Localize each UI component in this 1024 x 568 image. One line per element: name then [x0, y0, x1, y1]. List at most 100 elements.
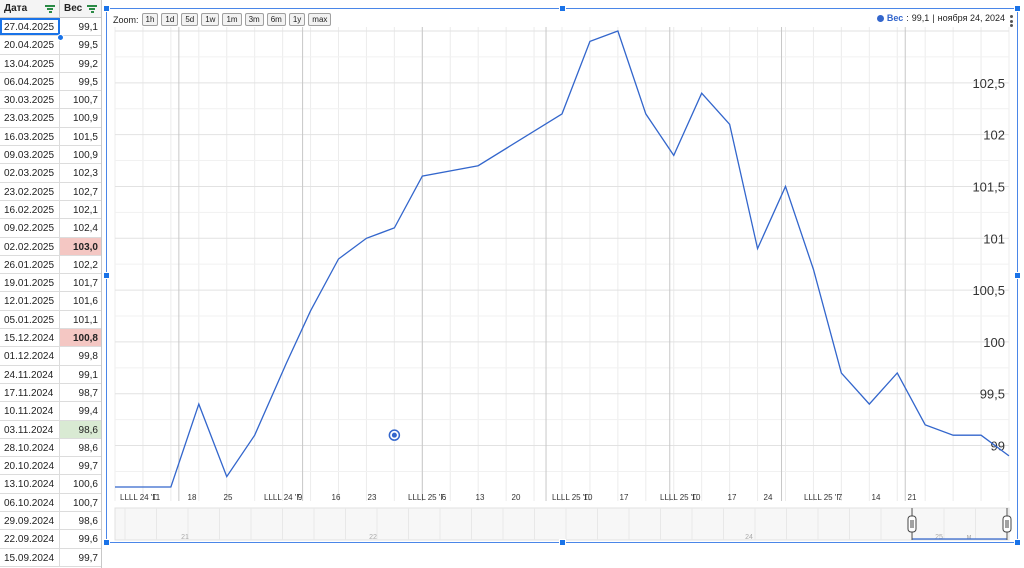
cell-weight[interactable]: 102,7: [60, 183, 101, 200]
cell-weight[interactable]: 98,7: [60, 384, 101, 401]
cell-date[interactable]: 27.04.2025: [0, 18, 60, 36]
cell-weight[interactable]: 99,7: [60, 457, 101, 474]
table-row[interactable]: 20.04.2025 99,5: [0, 36, 101, 55]
cell-weight[interactable]: 103,0: [60, 237, 101, 255]
cell-date[interactable]: 26.01.2025: [0, 255, 60, 274]
table-row[interactable]: 19.01.2025 101,7: [0, 274, 101, 293]
cell-date[interactable]: 02.03.2025: [0, 164, 60, 182]
table-row[interactable]: 01.12.2024 99,8: [0, 347, 101, 366]
cell-weight[interactable]: 101,5: [60, 128, 101, 145]
cell-date[interactable]: 06.10.2024: [0, 493, 60, 512]
header-weight[interactable]: Вес: [60, 0, 101, 18]
cell-date[interactable]: 05.01.2025: [0, 310, 60, 329]
table-row[interactable]: 24.11.2024 99,1: [0, 365, 101, 384]
cell-weight[interactable]: 101,6: [60, 292, 101, 309]
cell-weight[interactable]: 98,6: [60, 420, 101, 438]
table-row[interactable]: 02.03.2025 102,3: [0, 164, 101, 183]
cell-weight[interactable]: 100,6: [60, 475, 101, 492]
table-row[interactable]: 09.02.2025 102,4: [0, 219, 101, 238]
cell-weight[interactable]: 99,5: [60, 73, 101, 90]
table-row[interactable]: 03.11.2024 98,6: [0, 420, 101, 439]
cell-weight[interactable]: 102,4: [60, 219, 101, 236]
cell-weight[interactable]: 99,4: [60, 402, 101, 419]
table-row[interactable]: 02.02.2025 103,0: [0, 237, 101, 256]
cell-weight[interactable]: 99,7: [60, 549, 101, 566]
cell-weight[interactable]: 100,9: [60, 109, 101, 126]
cell-date[interactable]: 23.02.2025: [0, 182, 60, 200]
cell-weight[interactable]: 102,2: [60, 256, 101, 273]
header-date[interactable]: Дата: [0, 0, 60, 18]
resize-handle-bottom-left[interactable]: [103, 539, 110, 546]
cell-date[interactable]: 22.09.2024: [0, 530, 60, 548]
table-row[interactable]: 12.01.2025 101,6: [0, 292, 101, 311]
cell-date[interactable]: 23.03.2025: [0, 109, 60, 127]
cell-date[interactable]: 15.09.2024: [0, 548, 60, 566]
table-row[interactable]: 20.10.2024 99,7: [0, 457, 101, 476]
cell-weight[interactable]: 101,7: [60, 274, 101, 291]
cell-date[interactable]: 09.02.2025: [0, 219, 60, 237]
cell-date[interactable]: 28.10.2024: [0, 438, 60, 457]
table-row[interactable]: 28.10.2024 98,6: [0, 438, 101, 458]
cell-date[interactable]: 16.03.2025: [0, 127, 60, 146]
table-row[interactable]: 05.01.2025 101,1: [0, 310, 101, 330]
zoom-button-1w[interactable]: 1w: [201, 13, 220, 26]
cell-weight[interactable]: 98,6: [60, 439, 101, 456]
filter-icon[interactable]: [87, 5, 97, 13]
more-options-icon[interactable]: [1010, 15, 1013, 27]
table-row[interactable]: 22.09.2024 99,6: [0, 530, 101, 549]
table-row[interactable]: 06.04.2025 99,5: [0, 72, 101, 92]
cell-date[interactable]: 20.10.2024: [0, 457, 60, 475]
table-row[interactable]: 15.12.2024 100,8: [0, 329, 101, 348]
table-row[interactable]: 13.10.2024 100,6: [0, 475, 101, 494]
cell-weight[interactable]: 101,1: [60, 311, 101, 328]
cell-date[interactable]: 13.04.2025: [0, 54, 60, 72]
cell-weight[interactable]: 99,1: [60, 366, 101, 383]
resize-handle-top-right[interactable]: [1014, 5, 1021, 12]
cell-date[interactable]: 01.12.2024: [0, 347, 60, 365]
cell-weight[interactable]: 99,8: [60, 347, 101, 364]
zoom-button-3m[interactable]: 3m: [244, 13, 264, 26]
cell-weight[interactable]: 98,6: [60, 512, 101, 529]
cell-weight[interactable]: 102,1: [60, 201, 101, 218]
zoom-button-6m[interactable]: 6m: [266, 13, 286, 26]
cell-date[interactable]: 10.11.2024: [0, 402, 60, 420]
cell-weight[interactable]: 100,8: [60, 329, 101, 347]
cell-weight[interactable]: 99,5: [60, 36, 101, 53]
resize-handle-right[interactable]: [1014, 272, 1021, 279]
cell-date[interactable]: 16.02.2025: [0, 200, 60, 219]
table-row[interactable]: 16.02.2025 102,1: [0, 200, 101, 220]
cell-date[interactable]: 06.04.2025: [0, 72, 60, 91]
cell-date[interactable]: 12.01.2025: [0, 292, 60, 310]
cell-weight[interactable]: 100,7: [60, 91, 101, 108]
table-row[interactable]: 15.09.2024 99,7: [0, 548, 101, 567]
zoom-button-1m[interactable]: 1m: [222, 13, 242, 26]
table-row[interactable]: 17.11.2024 98,7: [0, 383, 101, 403]
selection-fill-handle[interactable]: [57, 34, 64, 41]
zoom-button-5d[interactable]: 5d: [181, 13, 199, 26]
cell-date[interactable]: 09.03.2025: [0, 146, 60, 164]
cell-weight[interactable]: 99,1: [60, 18, 101, 35]
zoom-button-1d[interactable]: 1d: [161, 13, 179, 26]
resize-handle-top-left[interactable]: [103, 5, 110, 12]
table-row[interactable]: 16.03.2025 101,5: [0, 127, 101, 147]
cell-weight[interactable]: 99,2: [60, 55, 101, 72]
cell-date[interactable]: 03.11.2024: [0, 420, 60, 438]
table-row[interactable]: 23.02.2025 102,7: [0, 182, 101, 201]
table-row[interactable]: 06.10.2024 100,7: [0, 493, 101, 513]
table-row[interactable]: 27.04.2025 99,1: [0, 18, 101, 37]
table-row[interactable]: 23.03.2025 100,9: [0, 109, 101, 128]
filter-icon[interactable]: [45, 5, 55, 13]
zoom-button-1h[interactable]: 1h: [141, 13, 159, 26]
chart-container[interactable]: 99 99,5 100 100,5 101 101,5 102 102,5 LLLL 24 'Г…: [103, 5, 1021, 546]
navigator-handle[interactable]: [1002, 515, 1012, 533]
resize-handle-bottom[interactable]: [559, 539, 566, 546]
table-row[interactable]: 30.03.2025 100,7: [0, 91, 101, 110]
cell-date[interactable]: 29.09.2024: [0, 512, 60, 530]
table-row[interactable]: 26.01.2025 102,2: [0, 255, 101, 275]
cell-date[interactable]: 13.10.2024: [0, 475, 60, 493]
cell-date[interactable]: 24.11.2024: [0, 365, 60, 383]
table-row[interactable]: 13.04.2025 99,2: [0, 54, 101, 73]
cell-weight[interactable]: 100,7: [60, 494, 101, 511]
resize-handle-top[interactable]: [559, 5, 566, 12]
cell-date[interactable]: 20.04.2025: [0, 36, 60, 54]
